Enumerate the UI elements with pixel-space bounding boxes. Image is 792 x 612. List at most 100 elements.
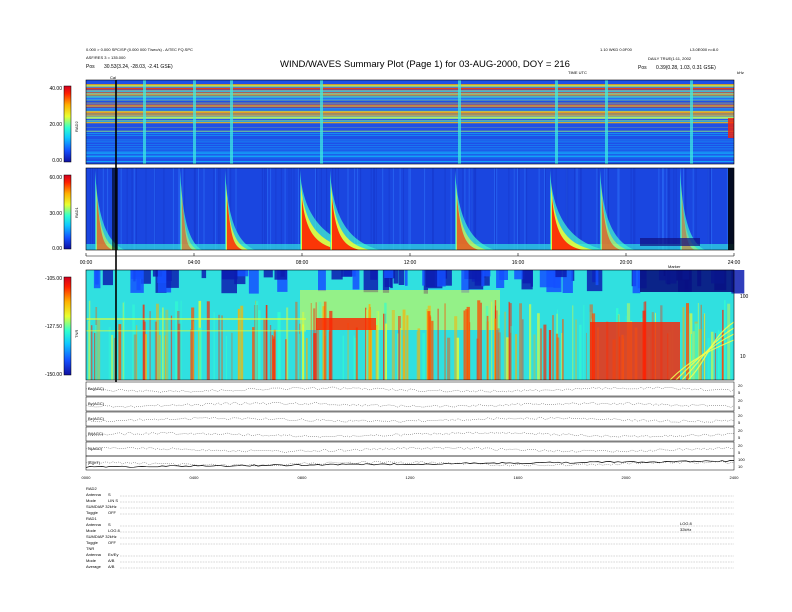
rad1-stripe <box>198 168 199 250</box>
rad1-stripe <box>596 168 598 250</box>
rad1-stripe <box>666 168 668 250</box>
tnr-stripe <box>385 323 387 380</box>
tnr-stripe <box>90 325 93 380</box>
tnr-stripe <box>555 333 559 380</box>
cal-marker-label: Cal <box>110 75 116 80</box>
rad1-stripe <box>432 168 433 250</box>
rad1-stripe <box>280 168 282 250</box>
tnr-stripe <box>491 301 493 380</box>
footer-key: Mode <box>86 558 97 563</box>
rad2-band <box>86 117 734 119</box>
rad2-band <box>86 105 734 107</box>
tnr-stripe <box>586 332 587 380</box>
rad1-stripe <box>145 168 147 250</box>
rad2-band <box>86 87 734 90</box>
tnr-stripe <box>240 305 244 380</box>
tnr-stripe <box>515 334 518 380</box>
tnr-stripe <box>305 338 308 380</box>
rad1-gap <box>112 168 118 250</box>
rad2-band <box>86 85 734 87</box>
footer-key: Toggle <box>86 510 99 515</box>
tnr-stripe <box>704 313 706 380</box>
rad2-band <box>86 102 734 103</box>
rad2-band <box>86 147 734 149</box>
bmag-trace <box>85 460 735 468</box>
footer-value: A/B <box>108 564 115 569</box>
rad1-stripe <box>120 168 122 250</box>
rad1-stripe <box>597 168 599 250</box>
rad1-stripe <box>518 168 520 250</box>
tnr-stripe <box>691 334 692 380</box>
bz-frame <box>85 411 735 427</box>
tnr-stripe <box>521 319 524 380</box>
rad1-stripe <box>495 168 497 250</box>
header-center-small: TIME UTC <box>568 70 587 75</box>
rad1-panel: RAD1 60.00 30.00 0.00 <box>49 167 735 252</box>
tnr-stripe <box>368 304 371 380</box>
rad1-stripe <box>213 168 215 250</box>
rad2-band <box>86 155 734 157</box>
rad2-band <box>86 98 734 100</box>
footer-value: S <box>108 522 111 527</box>
tnr-stripe <box>254 304 257 380</box>
rad2-burst <box>690 80 693 164</box>
rad1-stripe <box>194 168 196 250</box>
tnr-stripe <box>316 329 320 380</box>
tnr-top-band <box>166 270 179 288</box>
tnr-stripe <box>698 329 702 380</box>
tnr-stripe <box>95 325 97 380</box>
tnr-stripe <box>88 300 91 380</box>
rad1-stripe <box>293 168 295 250</box>
tnr-stripe <box>302 312 305 380</box>
rad1-stripe <box>663 168 665 250</box>
tnr-stripe <box>353 335 355 380</box>
rad1-stripe <box>89 168 91 250</box>
rad1-stripe <box>373 168 375 250</box>
tnr-stripe <box>355 327 358 380</box>
tnr-stripe <box>572 305 574 380</box>
rad2-burst <box>555 80 558 164</box>
rad1-stripe <box>261 168 263 250</box>
bt-right-tick: 20 <box>738 428 743 433</box>
tnr-stripe <box>142 304 145 380</box>
rad1-stripe <box>203 168 205 250</box>
rad2-band <box>86 161 734 163</box>
tnr-top-band <box>352 270 360 290</box>
tnr-stripe <box>497 328 500 380</box>
tnr-top-band <box>586 270 603 292</box>
rad1-stripe <box>695 168 697 250</box>
tnr-stripe <box>298 333 300 380</box>
tnr-stripe <box>265 305 268 380</box>
tnr-tick-bottom: -150.00 <box>45 372 62 378</box>
rad2-artwork <box>86 80 734 164</box>
tnr-line <box>86 318 306 320</box>
tnr-stripe <box>400 328 402 380</box>
rad1-edge <box>728 168 734 250</box>
rad2-band <box>86 120 734 121</box>
tnr-stripe <box>271 335 273 380</box>
tnr-red-block <box>590 322 680 380</box>
tnr-stripe <box>480 302 482 380</box>
rad1-stripe <box>267 168 269 250</box>
tnr-stripe <box>508 301 511 380</box>
rad1-stripe <box>375 168 377 250</box>
rad2-band <box>86 157 734 159</box>
tnr-stripe <box>221 315 223 380</box>
footer-section-title: TNR <box>86 546 94 551</box>
time-tick-label: 24:00 <box>728 260 741 266</box>
footer-key: SUMDIAP 32kHz <box>86 534 117 539</box>
tnr-colorbar <box>63 276 72 376</box>
rad1-stripe <box>270 168 272 250</box>
rad1-tick-bottom: 0.00 <box>52 246 62 252</box>
tnr-top-band <box>595 270 599 286</box>
time-tick-label: 16:00 <box>512 260 525 266</box>
tnr-top-band <box>632 270 641 294</box>
np-frame <box>85 441 735 457</box>
tnr-stripe <box>444 303 446 380</box>
tnr-stripe <box>422 333 426 380</box>
time-tick-label: 08:00 <box>296 260 309 266</box>
rad2-tick-bottom: 0.00 <box>52 158 62 164</box>
footer-key: Mode <box>86 498 97 503</box>
tnr-panel: TNR -105.00 -127.50 -150.00 100 10 <box>45 269 749 381</box>
tnr-stripe <box>376 311 380 380</box>
